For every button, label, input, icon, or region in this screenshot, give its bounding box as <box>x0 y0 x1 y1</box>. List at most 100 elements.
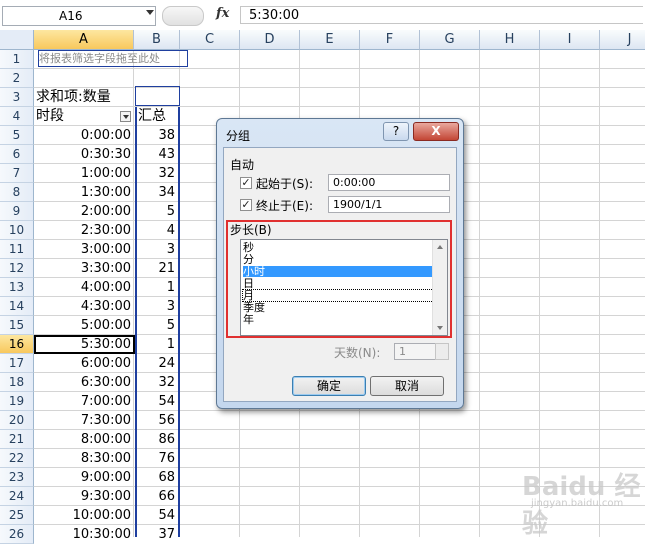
pivot-total-cell[interactable]: 34 <box>137 183 175 202</box>
cancel-button[interactable]: 取消 <box>370 376 444 396</box>
pivot-total-cell[interactable]: 38 <box>137 126 175 145</box>
ok-button[interactable]: 确定 <box>292 376 366 396</box>
pivot-total-cell[interactable]: 32 <box>137 373 175 392</box>
row-header-5[interactable]: 5 <box>0 126 34 145</box>
row-header-15[interactable]: 15 <box>0 316 34 335</box>
column-header-g[interactable]: G <box>420 30 480 50</box>
start-checkbox[interactable]: ✓ <box>240 177 252 189</box>
row-header-10[interactable]: 10 <box>0 221 34 240</box>
pivot-time-cell[interactable]: 3:30:00 <box>34 259 131 278</box>
pivot-filter-drop-zone[interactable]: 将报表筛选字段拖至此处 <box>38 50 188 67</box>
column-header-a[interactable]: A <box>34 30 134 50</box>
start-input[interactable]: 0:00:00 <box>328 174 450 191</box>
column-header-i[interactable]: I <box>540 30 600 50</box>
step-item[interactable]: 小时 <box>243 266 433 277</box>
select-all-corner[interactable] <box>0 30 34 50</box>
row-header-6[interactable]: 6 <box>0 145 34 164</box>
pivot-time-cell[interactable]: 2:30:00 <box>34 221 131 240</box>
pivot-total-cell[interactable]: 5 <box>137 316 175 335</box>
pivot-row-header[interactable]: 时段 <box>36 107 116 126</box>
end-input[interactable]: 1900/1/1 <box>328 196 450 213</box>
row-header-4[interactable]: 4 <box>0 107 34 126</box>
pivot-total-cell[interactable]: 4 <box>137 221 175 240</box>
row-header-3[interactable]: 3 <box>0 88 34 107</box>
pivot-time-cell[interactable]: 6:00:00 <box>34 354 131 373</box>
row-header-26[interactable]: 26 <box>0 525 34 544</box>
step-item[interactable]: 秒 <box>243 242 433 253</box>
step-item[interactable]: 年 <box>243 314 433 325</box>
pivot-total-cell[interactable]: 54 <box>137 392 175 411</box>
chevron-down-icon[interactable] <box>146 10 154 15</box>
pivot-total-cell[interactable]: 24 <box>137 354 175 373</box>
pivot-total-cell[interactable]: 5 <box>137 202 175 221</box>
column-header-j[interactable]: J <box>600 30 645 50</box>
scroll-down-icon[interactable] <box>437 326 443 330</box>
pivot-time-cell[interactable]: 8:30:00 <box>34 449 131 468</box>
pivot-total-cell[interactable]: 54 <box>137 506 175 525</box>
pivot-time-cell[interactable]: 9:30:00 <box>34 487 131 506</box>
row-header-12[interactable]: 12 <box>0 259 34 278</box>
pivot-total-cell[interactable]: 43 <box>137 145 175 164</box>
row-header-22[interactable]: 22 <box>0 449 34 468</box>
step-item[interactable]: 分 <box>243 254 433 265</box>
row-header-2[interactable]: 2 <box>0 69 34 88</box>
column-header-b[interactable]: B <box>134 30 180 50</box>
column-header-f[interactable]: F <box>360 30 420 50</box>
pivot-time-cell[interactable]: 0:00:00 <box>34 126 131 145</box>
pivot-total-cell[interactable]: 37 <box>137 525 175 544</box>
row-header-23[interactable]: 23 <box>0 468 34 487</box>
step-item[interactable]: 日 <box>243 278 433 289</box>
row-header-25[interactable]: 25 <box>0 506 34 525</box>
row-header-21[interactable]: 21 <box>0 430 34 449</box>
pivot-time-cell[interactable]: 2:00:00 <box>34 202 131 221</box>
step-listbox[interactable]: 秒分小时日月季度年 <box>240 239 448 336</box>
row-header-14[interactable]: 14 <box>0 297 34 316</box>
end-checkbox[interactable]: ✓ <box>240 199 252 211</box>
days-spinner[interactable] <box>435 343 449 360</box>
pivot-time-cell[interactable]: 7:00:00 <box>34 392 131 411</box>
pivot-time-cell[interactable]: 4:00:00 <box>34 278 131 297</box>
row-header-16[interactable]: 16 <box>0 335 34 354</box>
close-button[interactable]: X <box>413 122 459 141</box>
pivot-time-cell[interactable]: 1:30:00 <box>34 183 131 202</box>
row-header-8[interactable]: 8 <box>0 183 34 202</box>
pivot-total-cell[interactable]: 32 <box>137 164 175 183</box>
pivot-time-cell[interactable]: 5:00:00 <box>34 316 131 335</box>
pivot-time-cell[interactable]: 3:00:00 <box>34 240 131 259</box>
step-item[interactable]: 季度 <box>243 302 433 313</box>
pivot-time-cell[interactable]: 9:00:00 <box>34 468 131 487</box>
scroll-up-icon[interactable] <box>437 245 443 249</box>
pivot-time-cell[interactable]: 8:00:00 <box>34 430 131 449</box>
row-header-18[interactable]: 18 <box>0 373 34 392</box>
pivot-time-cell[interactable]: 10:00:00 <box>34 506 131 525</box>
column-header-e[interactable]: E <box>300 30 360 50</box>
pivot-total-cell[interactable]: 1 <box>137 335 175 354</box>
pivot-total-cell[interactable]: 66 <box>137 487 175 506</box>
pivot-total-cell[interactable]: 3 <box>137 297 175 316</box>
pivot-total-cell[interactable]: 86 <box>137 430 175 449</box>
row-header-13[interactable]: 13 <box>0 278 34 297</box>
pivot-time-cell[interactable]: 0:30:30 <box>34 145 131 164</box>
formula-bar-resize-handle[interactable] <box>162 6 204 26</box>
pivot-total-cell[interactable]: 21 <box>137 259 175 278</box>
pivot-time-cell[interactable]: 6:30:00 <box>34 373 131 392</box>
row-header-19[interactable]: 19 <box>0 392 34 411</box>
pivot-time-cell[interactable]: 10:30:00 <box>34 525 131 544</box>
column-header-d[interactable]: D <box>240 30 300 50</box>
pivot-total-cell[interactable]: 56 <box>137 411 175 430</box>
pivot-sum-label[interactable]: 求和项:数量 <box>36 88 136 107</box>
pivot-total-cell[interactable]: 1 <box>137 278 175 297</box>
days-input[interactable]: 1 <box>394 343 436 360</box>
pivot-time-cell[interactable]: 1:00:00 <box>34 164 131 183</box>
pivot-total-cell[interactable]: 68 <box>137 468 175 487</box>
name-box[interactable]: A16 <box>2 6 156 26</box>
filter-dropdown-icon[interactable] <box>120 111 131 122</box>
row-header-24[interactable]: 24 <box>0 487 34 506</box>
listbox-scrollbar[interactable] <box>432 240 447 335</box>
row-header-7[interactable]: 7 <box>0 164 34 183</box>
pivot-time-cell[interactable]: 7:30:00 <box>34 411 131 430</box>
row-header-17[interactable]: 17 <box>0 354 34 373</box>
fx-icon[interactable]: fx <box>216 6 229 21</box>
pivot-time-cell[interactable]: 4:30:00 <box>34 297 131 316</box>
row-header-9[interactable]: 9 <box>0 202 34 221</box>
